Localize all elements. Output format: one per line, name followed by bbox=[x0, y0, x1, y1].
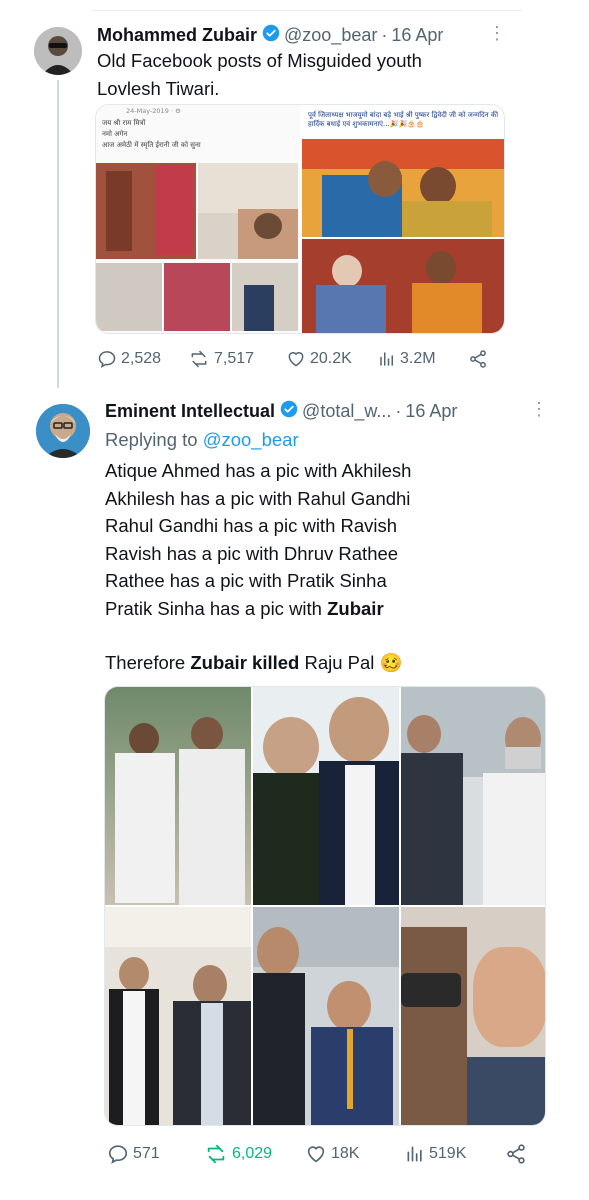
post-text-line: नमो अगेन bbox=[102, 130, 128, 138]
repost-icon bbox=[207, 1144, 225, 1164]
tweet-date[interactable]: 16 Apr bbox=[405, 401, 457, 422]
author-handle[interactable]: @zoo_bear bbox=[284, 25, 377, 46]
tweet-text-line: Rahul Gandhi has a pic with Ravish bbox=[105, 515, 398, 536]
like-icon bbox=[288, 352, 304, 367]
reply-count: 571 bbox=[133, 1145, 160, 1162]
repost-count: 6,029 bbox=[232, 1145, 273, 1162]
like-count: 18K bbox=[331, 1145, 360, 1162]
text-segment: Raju Pal bbox=[299, 652, 380, 673]
media-image-photo-4[interactable] bbox=[105, 907, 251, 1125]
verified-badge-icon bbox=[262, 24, 280, 47]
repost-icon bbox=[191, 350, 207, 368]
repost-button[interactable]: 7,517 bbox=[188, 349, 254, 369]
view-count: 3.2M bbox=[400, 350, 436, 367]
media-image-birthday-post[interactable]: पूर्व जिलाध्यक्ष भाजयुमो बांदा बड़े भाई … bbox=[302, 105, 504, 333]
tweet-date[interactable]: 16 Apr bbox=[391, 25, 443, 46]
view-count: 519K bbox=[429, 1145, 467, 1162]
avatar-eminent-intellectual[interactable] bbox=[36, 404, 90, 458]
views-button[interactable]: 3.2M bbox=[378, 349, 436, 369]
reply-icon bbox=[98, 351, 116, 369]
tweet2-media[interactable] bbox=[104, 686, 546, 1126]
share-button[interactable] bbox=[468, 349, 492, 369]
text-bold: Zubair killed bbox=[190, 652, 300, 673]
tweet2-text: Atique Ahmed has a pic with Akhilesh Akh… bbox=[105, 457, 411, 677]
author-handle[interactable]: @total_w... bbox=[302, 401, 391, 422]
replying-to-handle[interactable]: @zoo_bear bbox=[203, 429, 299, 450]
share-icon bbox=[507, 1144, 525, 1164]
tweet1-media[interactable]: 24-May-2019 · ⚙ जय श्री राम मित्रों नमो … bbox=[95, 104, 505, 334]
verified-badge-icon bbox=[280, 400, 298, 423]
media-image-photo-2[interactable] bbox=[253, 687, 399, 905]
post-date-stamp: 24-May-2019 · ⚙ bbox=[126, 107, 181, 115]
repost-count: 7,517 bbox=[214, 350, 255, 367]
tweet1-text: Old Facebook posts of Misguided youth Lo… bbox=[97, 47, 422, 102]
author-name[interactable]: Mohammed Zubair bbox=[97, 25, 257, 46]
tweet-text-line: Ravish has a pic with Dhruv Rathee bbox=[105, 542, 399, 564]
post-text-line: आज अमेठी में स्मृति ईरानी जी को सुना bbox=[102, 141, 201, 149]
text-bold: Zubair bbox=[327, 597, 384, 619]
text-segment: Pratik Sinha has a pic with bbox=[105, 597, 328, 619]
reply-button[interactable]: 571 bbox=[107, 1143, 160, 1165]
tweet-text-line: Old Facebook posts of Misguided youth bbox=[97, 50, 422, 71]
separator-dot: · bbox=[395, 401, 402, 421]
avatar-zubair[interactable] bbox=[34, 27, 82, 75]
tweet-text-line: Therefore Zubair killed Raju Pal 🥴 bbox=[105, 649, 411, 677]
author-name[interactable]: Eminent Intellectual bbox=[105, 401, 275, 422]
divider bbox=[92, 10, 522, 11]
tweet1-header: Mohammed Zubair @zoo_bear · 16 Apr bbox=[97, 24, 443, 47]
media-image-photo-1[interactable] bbox=[105, 687, 251, 905]
text-segment: Therefore bbox=[105, 652, 191, 673]
tweet2-actions: 571 6,029 18K 519K bbox=[107, 1142, 537, 1166]
tweet1-actions: 2,528 7,517 20.2K 3.2M bbox=[97, 347, 497, 371]
reply-count: 2,528 bbox=[121, 350, 162, 367]
tweet-text-line: Atique Ahmed has a pic with Akhilesh bbox=[105, 460, 412, 481]
like-button[interactable]: 18K bbox=[305, 1143, 359, 1165]
views-button[interactable]: 519K bbox=[405, 1143, 466, 1165]
thread-line bbox=[57, 80, 59, 388]
views-icon bbox=[407, 1146, 422, 1162]
tweet-text-line: Akhilesh has a pic with Rahul Gandhi bbox=[105, 487, 411, 509]
tweet-text-line: Rathee has a pic with Pratik Sinha bbox=[105, 570, 387, 591]
reply-icon bbox=[108, 1145, 128, 1164]
more-icon[interactable]: ⋮ bbox=[530, 399, 548, 420]
like-icon bbox=[307, 1146, 325, 1163]
more-icon[interactable]: ⋮ bbox=[488, 23, 506, 44]
replying-to: Replying to @zoo_bear bbox=[105, 429, 299, 451]
post-text-line: जय श्री राम मित्रों bbox=[102, 119, 146, 127]
share-button[interactable] bbox=[505, 1143, 531, 1165]
reply-button[interactable]: 2,528 bbox=[97, 349, 161, 369]
media-image-photo-5[interactable] bbox=[253, 907, 399, 1125]
media-image-photo-3[interactable] bbox=[401, 687, 545, 905]
tweet-text-line: Pratik Sinha has a pic with Zubair bbox=[105, 595, 411, 623]
media-image-photo-6[interactable] bbox=[401, 907, 545, 1125]
separator-dot: · bbox=[381, 25, 388, 45]
tweet-text-line: Lovlesh Tiwari. bbox=[97, 77, 220, 99]
woozy-face-emoji: 🥴 bbox=[379, 652, 403, 673]
repost-button[interactable]: 6,029 bbox=[204, 1143, 272, 1165]
post-caption: पूर्व जिलाध्यक्ष भाजयुमो बांदा बड़े भाई … bbox=[308, 111, 499, 128]
share-icon bbox=[470, 350, 486, 368]
views-icon bbox=[380, 352, 393, 366]
like-count: 20.2K bbox=[310, 350, 352, 367]
tweet2-header: Eminent Intellectual @total_w... · 16 Ap… bbox=[105, 400, 457, 423]
replying-to-label: Replying to bbox=[105, 429, 203, 450]
like-button[interactable]: 20.2K bbox=[286, 349, 352, 369]
media-image-facebook-post[interactable]: 24-May-2019 · ⚙ जय श्री राम मित्रों नमो … bbox=[96, 105, 300, 333]
